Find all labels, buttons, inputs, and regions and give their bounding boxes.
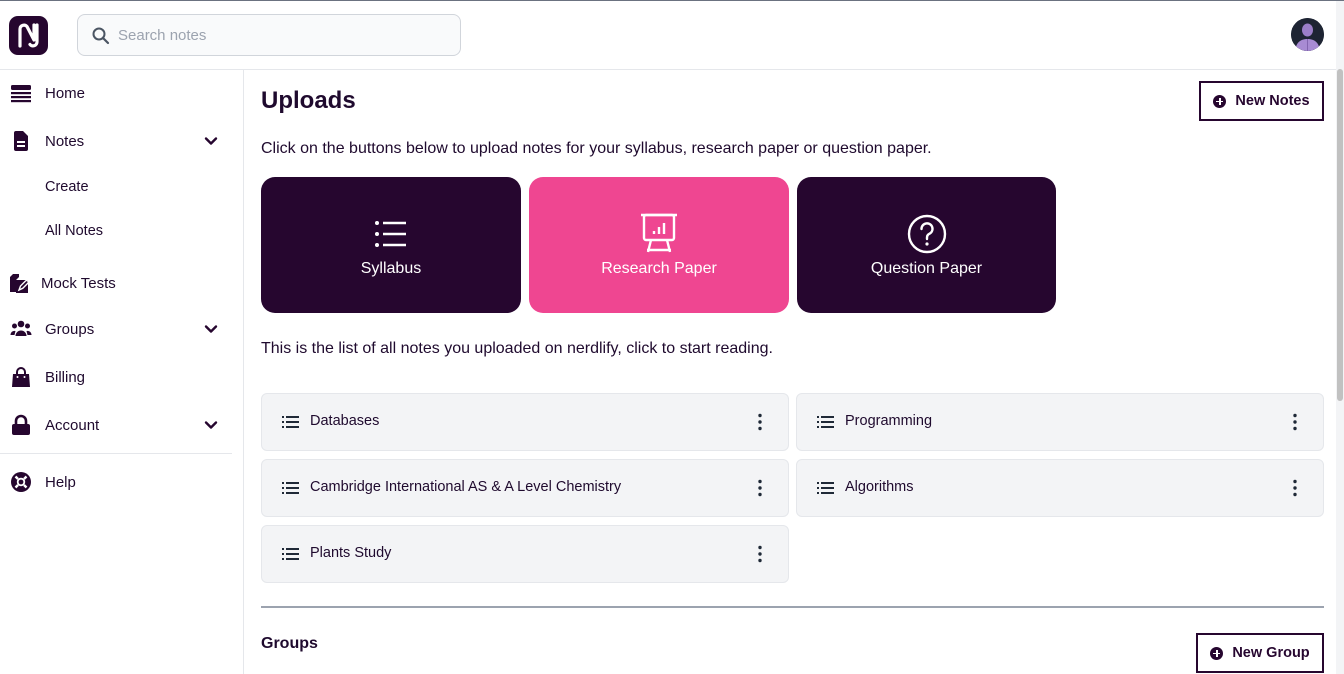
notes-list-description: This is the list of all notes you upload…: [261, 340, 773, 357]
new-group-button[interactable]: New Group: [1196, 633, 1324, 673]
upload-card-label: Research Paper: [601, 260, 717, 277]
page-scrollbar[interactable]: [1336, 1, 1344, 674]
sidebar-item-account[interactable]: Account: [0, 407, 232, 443]
chevron-down-icon[interactable]: [203, 417, 219, 433]
top-header: [0, 1, 1336, 70]
new-notes-label: New Notes: [1235, 93, 1310, 109]
upload-card-label: Syllabus: [360, 260, 422, 277]
home-icon: [10, 82, 32, 104]
sidebar-item-help[interactable]: Help: [0, 464, 232, 500]
shopping-bag-icon: [10, 366, 32, 388]
note-title: Plants Study: [310, 545, 392, 561]
chevron-down-icon[interactable]: [203, 133, 219, 149]
sidebar-item-label: Account: [45, 416, 100, 434]
list-icon: [817, 481, 834, 495]
plus-circle-icon: [1213, 94, 1227, 108]
sidebar-item-groups[interactable]: Groups: [0, 311, 232, 347]
nerdlify-logo-icon[interactable]: [8, 15, 49, 56]
sidebar-item-label: Mock Tests: [41, 274, 116, 292]
new-group-label: New Group: [1232, 645, 1310, 661]
new-notes-button[interactable]: New Notes: [1199, 81, 1324, 121]
question-circle-icon: [905, 212, 949, 256]
list-icon: [817, 415, 834, 429]
note-item-plants-study[interactable]: Plants Study: [261, 525, 789, 583]
uploads-description: Click on the buttons below to upload not…: [261, 140, 932, 157]
sidebar-item-label: Help: [45, 473, 76, 491]
list-icon: [369, 212, 413, 256]
sidebar-item-billing[interactable]: Billing: [0, 359, 232, 395]
plus-circle-icon: [1210, 646, 1224, 660]
note-item-databases[interactable]: Databases: [261, 393, 789, 451]
sidebar-item-label: Billing: [45, 368, 86, 386]
upload-question-paper-card[interactable]: Question Paper: [797, 177, 1056, 313]
sidebar-item-mock-tests[interactable]: Mock Tests: [0, 265, 232, 301]
section-divider: [261, 606, 1324, 608]
scrollbar-thumb[interactable]: [1337, 69, 1343, 401]
list-icon: [282, 415, 299, 429]
more-options-icon[interactable]: [752, 478, 768, 498]
pencil-note-icon: [8, 272, 30, 294]
search-input[interactable]: [118, 15, 448, 55]
sidebar-divider: [0, 453, 232, 454]
note-title: Cambridge International AS & A Level Che…: [310, 479, 622, 495]
upload-syllabus-card[interactable]: Syllabus: [261, 177, 521, 313]
document-icon: [10, 130, 32, 152]
note-title: Programming: [845, 413, 933, 429]
sidebar-subitem-all-notes[interactable]: All Notes: [45, 223, 103, 239]
sidebar-item-label: Notes: [45, 132, 85, 150]
note-title: Algorithms: [845, 479, 914, 495]
upload-research-paper-card[interactable]: Research Paper: [529, 177, 789, 313]
lifebuoy-icon: [10, 471, 32, 493]
list-icon: [282, 481, 299, 495]
presentation-chart-icon: [637, 212, 681, 256]
more-options-icon[interactable]: [1287, 412, 1303, 432]
list-icon: [282, 547, 299, 561]
chevron-down-icon[interactable]: [203, 321, 219, 337]
sidebar-item-label: Home: [45, 84, 86, 102]
search-icon: [91, 26, 111, 46]
note-item-algorithms[interactable]: Algorithms: [796, 459, 1324, 517]
page-title: Uploads: [261, 87, 356, 114]
users-icon: [10, 318, 32, 340]
more-options-icon[interactable]: [1287, 478, 1303, 498]
upload-card-label: Question Paper: [870, 260, 983, 277]
more-options-icon[interactable]: [752, 544, 768, 564]
sidebar: Home Notes Create All Notes Mock Tests G…: [0, 70, 244, 674]
sidebar-item-notes[interactable]: Notes: [0, 123, 232, 159]
note-item-chemistry[interactable]: Cambridge International AS & A Level Che…: [261, 459, 789, 517]
groups-section-title: Groups: [261, 635, 318, 652]
sidebar-item-label: Groups: [45, 320, 95, 338]
more-options-icon[interactable]: [752, 412, 768, 432]
sidebar-item-home[interactable]: Home: [0, 75, 232, 111]
sidebar-subitem-create[interactable]: Create: [45, 179, 89, 195]
user-avatar-icon[interactable]: [1291, 18, 1324, 51]
search-bar[interactable]: [77, 14, 461, 56]
main-content: Uploads New Notes Click on the buttons b…: [245, 70, 1336, 674]
lock-icon: [10, 414, 32, 436]
note-item-programming[interactable]: Programming: [796, 393, 1324, 451]
note-title: Databases: [310, 413, 380, 429]
